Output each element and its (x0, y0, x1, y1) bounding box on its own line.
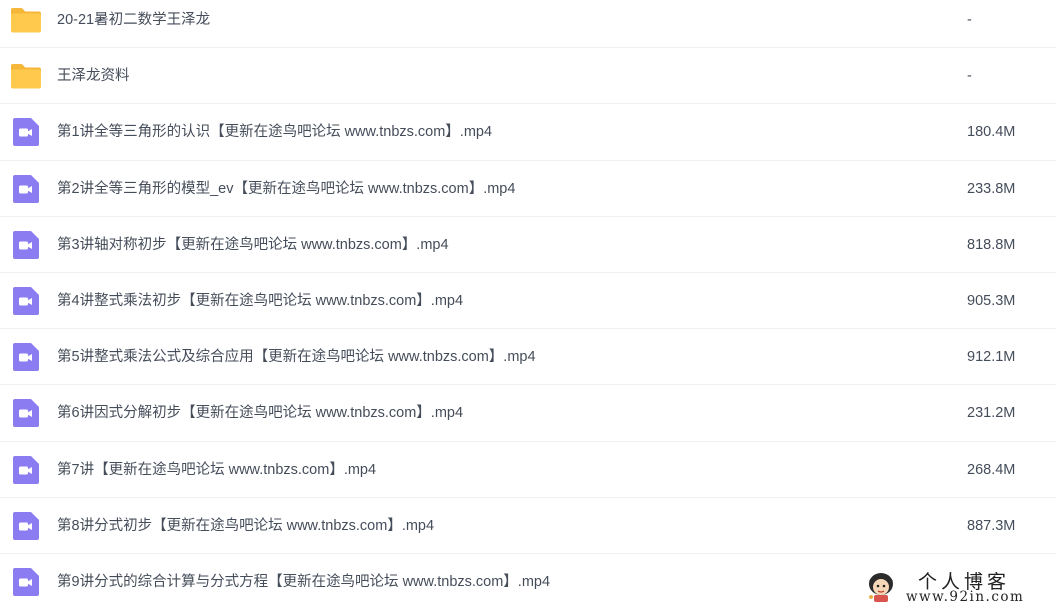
file-row[interactable]: 第6讲因式分解初步【更新在途鸟吧论坛 www.tnbzs.com】.mp4 23… (0, 385, 1056, 442)
file-size: 905.3M (967, 292, 1016, 309)
video-file-icon (10, 118, 42, 147)
video-file-icon (10, 455, 42, 484)
video-file-icon (10, 343, 42, 372)
video-file-icon (10, 286, 42, 315)
file-name: 第4讲整式乘法初步【更新在途鸟吧论坛 www.tnbzs.com】.mp4 (57, 292, 464, 309)
file-row[interactable]: 第1讲全等三角形的认识【更新在途鸟吧论坛 www.tnbzs.com】.mp4 … (0, 104, 1056, 161)
file-row[interactable]: 第7讲【更新在途鸟吧论坛 www.tnbzs.com】.mp4 268.4M (0, 442, 1056, 498)
file-size: 818.8M (967, 236, 1016, 253)
file-size: 233.8M (967, 180, 1016, 197)
file-size: 887.3M (967, 517, 1016, 534)
folder-icon (10, 62, 42, 90)
file-row[interactable]: 第3讲轴对称初步【更新在途鸟吧论坛 www.tnbzs.com】.mp4 818… (0, 217, 1056, 273)
file-name: 第5讲整式乘法公式及综合应用【更新在途鸟吧论坛 www.tnbzs.com】.m… (57, 349, 536, 366)
file-name: 第7讲【更新在途鸟吧论坛 www.tnbzs.com】.mp4 (57, 461, 377, 478)
file-name: 第3讲轴对称初步【更新在途鸟吧论坛 www.tnbzs.com】.mp4 (57, 236, 449, 253)
video-file-icon (10, 567, 42, 596)
video-file-icon (10, 174, 42, 203)
watermark-url: www.92in.com (906, 589, 1025, 605)
file-row[interactable]: 王泽龙资料 - (0, 48, 1056, 105)
file-size: 231.2M (967, 405, 1016, 422)
blog-watermark: 个人博客 www.92in.com (862, 567, 1052, 609)
video-file-icon (10, 230, 42, 259)
video-file-icon (10, 511, 42, 540)
folder-icon (10, 6, 42, 34)
file-list: 20-21暑初二数学王泽龙 - 王泽龙资料 - 第1讲全等三角形的认识【更新在途… (0, 0, 1056, 610)
cartoon-avatar-icon (869, 573, 893, 602)
file-row[interactable]: 第4讲整式乘法初步【更新在途鸟吧论坛 www.tnbzs.com】.mp4 90… (0, 273, 1056, 330)
file-row[interactable]: 第8讲分式初步【更新在途鸟吧论坛 www.tnbzs.com】.mp4 887.… (0, 498, 1056, 554)
file-name: 20-21暑初二数学王泽龙 (57, 12, 211, 28)
file-size: - (967, 12, 972, 28)
file-size: - (967, 68, 972, 85)
file-name: 王泽龙资料 (57, 68, 130, 85)
file-name: 第6讲因式分解初步【更新在途鸟吧论坛 www.tnbzs.com】.mp4 (57, 405, 464, 422)
file-size: 268.4M (967, 461, 1016, 478)
file-row[interactable]: 20-21暑初二数学王泽龙 - (0, 0, 1056, 49)
file-name: 第1讲全等三角形的认识【更新在途鸟吧论坛 www.tnbzs.com】.mp4 (57, 124, 493, 141)
file-size: 912.1M (967, 349, 1016, 366)
file-name: 第9讲分式的综合计算与分式方程【更新在途鸟吧论坛 www.tnbzs.com】.… (57, 573, 551, 590)
file-name: 第2讲全等三角形的模型_ev【更新在途鸟吧论坛 www.tnbzs.com】.m… (57, 180, 516, 197)
file-size: 180.4M (967, 124, 1016, 141)
file-name: 第8讲分式初步【更新在途鸟吧论坛 www.tnbzs.com】.mp4 (57, 517, 435, 534)
file-row[interactable]: 第5讲整式乘法公式及综合应用【更新在途鸟吧论坛 www.tnbzs.com】.m… (0, 329, 1056, 386)
file-row[interactable]: 第2讲全等三角形的模型_ev【更新在途鸟吧论坛 www.tnbzs.com】.m… (0, 161, 1056, 217)
video-file-icon (10, 399, 42, 428)
